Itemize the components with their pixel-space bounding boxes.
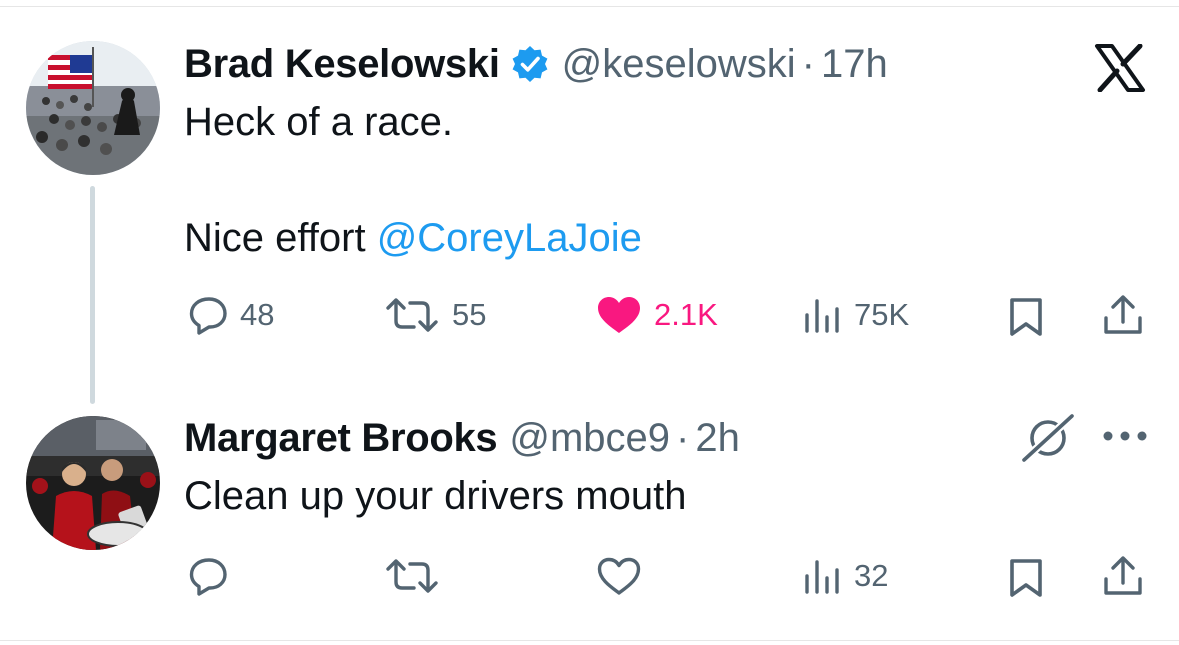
reply-text: Clean up your drivers mouth bbox=[184, 474, 687, 518]
repost-icon bbox=[386, 559, 438, 593]
x-logo-icon[interactable] bbox=[1094, 44, 1146, 92]
heart-icon bbox=[598, 297, 640, 333]
tweet-text-line-2: Nice effort @CoreyLaJoie bbox=[184, 210, 642, 266]
reply-reply-button[interactable] bbox=[188, 556, 228, 596]
share-upload-icon bbox=[1104, 295, 1142, 334]
reply-like-button[interactable] bbox=[596, 556, 642, 596]
reply-count: 48 bbox=[240, 297, 275, 332]
views-bar-chart-icon bbox=[805, 560, 839, 594]
author-handle[interactable]: @keselowski bbox=[562, 42, 796, 87]
avatar-brad-keselowski[interactable] bbox=[26, 41, 160, 175]
heart-icon bbox=[597, 557, 641, 595]
reply-views-button[interactable]: 32 bbox=[802, 556, 888, 596]
thread-connector-line bbox=[90, 186, 95, 404]
views-count: 75K bbox=[854, 297, 910, 332]
bookmark-icon bbox=[1010, 298, 1042, 336]
bottom-divider bbox=[0, 640, 1179, 641]
more-dots-icon[interactable] bbox=[1102, 430, 1148, 442]
tweet-timestamp[interactable]: 17h bbox=[821, 42, 888, 87]
repost-count: 55 bbox=[452, 297, 487, 332]
repost-icon bbox=[386, 298, 438, 332]
reply-button[interactable]: 48 bbox=[188, 295, 274, 335]
bookmark-icon bbox=[1010, 559, 1042, 597]
views-button[interactable]: 75K bbox=[802, 295, 909, 335]
mention-link[interactable]: @CoreyLaJoie bbox=[377, 216, 642, 260]
grok-icon[interactable] bbox=[1020, 412, 1076, 464]
top-divider bbox=[0, 0, 1179, 7]
separator-dot: · bbox=[801, 41, 815, 86]
reply-bookmark-button[interactable] bbox=[1008, 558, 1044, 598]
tweet-text-prefix: Nice effort bbox=[184, 216, 377, 260]
avatar-margaret-brooks[interactable] bbox=[26, 416, 160, 550]
bookmark-button[interactable] bbox=[1008, 297, 1044, 337]
like-count: 2.1K bbox=[654, 297, 718, 332]
tweet-header: Brad Keselowski @keselowski · 17h bbox=[184, 40, 888, 88]
repost-button[interactable]: 55 bbox=[384, 295, 486, 335]
reply-timestamp[interactable]: 2h bbox=[695, 416, 740, 461]
separator-dot: · bbox=[676, 415, 690, 460]
reply-bubble-icon bbox=[189, 558, 227, 596]
like-button[interactable]: 2.1K bbox=[596, 295, 718, 335]
share-upload-icon bbox=[1104, 556, 1142, 595]
author-display-name[interactable]: Brad Keselowski bbox=[184, 42, 500, 87]
tweet-text-line-1: Heck of a race. bbox=[184, 100, 454, 144]
reply-views-count: 32 bbox=[854, 558, 889, 593]
reply-header: Margaret Brooks @mbce9 · 2h bbox=[184, 414, 740, 462]
reply-repost-button[interactable] bbox=[384, 556, 440, 596]
share-button[interactable] bbox=[1102, 294, 1144, 336]
views-bar-chart-icon bbox=[805, 299, 839, 333]
reply-share-button[interactable] bbox=[1102, 555, 1144, 597]
reply-author-handle[interactable]: @mbce9 bbox=[509, 416, 670, 461]
reply-author-display-name[interactable]: Margaret Brooks bbox=[184, 416, 498, 461]
reply-bubble-icon bbox=[189, 297, 227, 335]
verified-badge-icon bbox=[512, 46, 548, 82]
